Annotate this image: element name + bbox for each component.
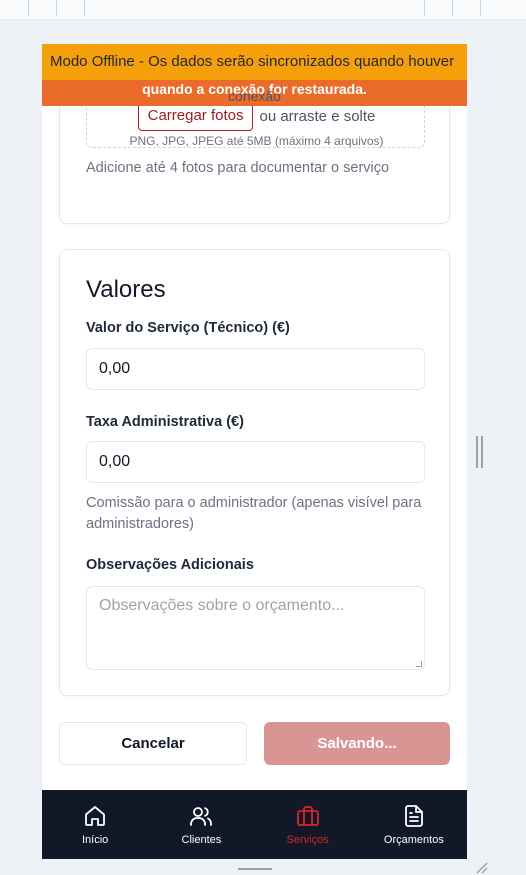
nav-item-servicos[interactable]: Serviços [255,790,361,859]
cancel-button[interactable]: Cancelar [59,722,247,765]
browser-top-strip [0,0,526,20]
form-scroll-area[interactable]: Carregar fotos ou arraste e solte PNG, J… [42,44,467,790]
offline-banner: Modo Offline - Os dados serão sincroniza… [42,44,467,80]
values-card: Valores Valor do Serviço (Técnico) (€) 0… [59,249,450,696]
nav-label: Clientes [181,833,222,846]
users-icon [190,806,213,826]
strip-divider [84,0,85,16]
nav-item-clientes[interactable]: Clientes [148,790,254,859]
strip-divider [480,0,481,16]
nav-label: Início [81,833,109,846]
bottom-navigation: Início Clientes Serviços Orçamentos [42,790,467,859]
side-drag-handle[interactable] [476,436,484,468]
admin-fee-input[interactable]: 0,00 [86,441,425,483]
drag-drop-text: ou arraste e solte [259,107,376,125]
strip-divider [56,0,57,16]
strip-divider [424,0,425,16]
document-icon [404,804,423,827]
photos-help-text: Adicione até 4 fotos para documentar o s… [86,160,390,176]
briefcase-icon [296,805,319,826]
strip-divider [28,0,29,16]
save-button[interactable]: Salvando... [264,722,450,765]
nav-label: Serviços [286,833,329,846]
offline-banner-overflow-text: conexão [228,88,281,104]
admin-fee-hint: Comissão para o administrador (apenas vi… [86,495,422,532]
bottom-drag-handle[interactable] [238,868,272,870]
section-title: Valores [86,276,166,303]
nav-label: Orçamentos [383,833,444,846]
nav-item-inicio[interactable]: Início [42,790,148,859]
nav-item-orcamentos[interactable]: Orçamentos [361,790,467,859]
notes-textarea[interactable]: Observações sobre o orçamento... [86,586,425,670]
service-value-label: Valor do Serviço (Técnico) (€) [86,320,290,336]
notes-label: Observações Adicionais [86,557,254,573]
mobile-viewport: Carregar fotos ou arraste e solte PNG, J… [42,44,467,859]
home-icon [85,805,106,826]
service-value-input[interactable]: 0,00 [86,348,425,390]
accepted-types-text: PNG, JPG, JPEG até 5MB (máximo 4 arquivo… [129,134,384,148]
resize-corner-icon[interactable] [474,860,488,874]
admin-fee-label: Taxa Administrativa (€) [86,414,244,430]
notes-placeholder: Observações sobre o orçamento... [99,597,345,614]
textarea-resize-handle[interactable] [416,661,422,667]
strip-divider [452,0,453,16]
